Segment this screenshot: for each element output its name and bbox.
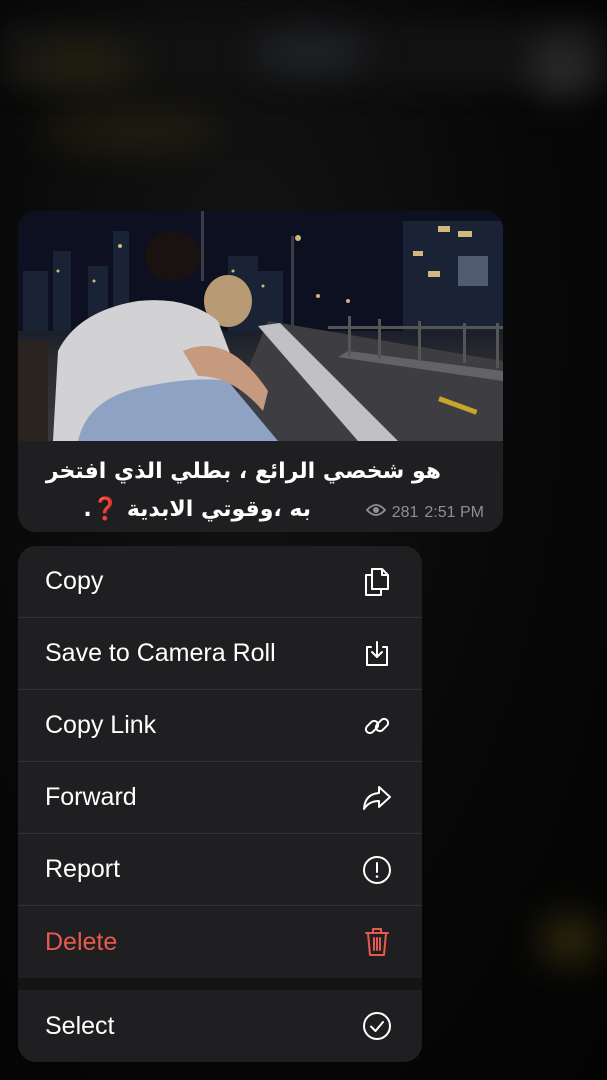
menu-group-separator (18, 978, 422, 990)
menu-item-label: Report (45, 855, 121, 883)
blurred-background-spot (540, 915, 600, 965)
menu-item-copy-link[interactable]: Copy Link (18, 690, 422, 762)
menu-item-select[interactable]: Select (18, 990, 422, 1062)
night-street-photo (18, 211, 503, 441)
menu-item-save-to-camera-roll[interactable]: Save to Camera Roll (18, 618, 422, 690)
menu-item-label: Copy (45, 567, 104, 595)
menu-item-copy[interactable]: Copy (18, 546, 422, 618)
copy-icon (360, 565, 394, 599)
menu-item-label: Select (45, 1011, 115, 1040)
save-download-icon (360, 637, 394, 671)
blurred-background-spot (530, 35, 595, 100)
exclamation-circle-icon (360, 853, 394, 887)
menu-item-label: Save to Camera Roll (45, 639, 276, 667)
menu-item-label: Forward (45, 783, 137, 811)
menu-item-label: Delete (45, 927, 118, 956)
menu-item-label: Copy Link (45, 711, 157, 739)
trash-icon (360, 925, 394, 959)
message-time: 2:51 PM (424, 503, 484, 521)
photo-message-bubble[interactable]: هو شخصي الرائع ، بطلي الذي افتخر به ،وقو… (18, 211, 503, 532)
eye-icon (365, 503, 386, 522)
context-menu: Copy Save to Camera Roll Copy Link Forwa… (18, 546, 422, 1062)
caption-line-1: هو شخصي الرائع ، بطلي الذي افتخر (45, 459, 441, 484)
checkmark-circle-icon (360, 1009, 394, 1043)
view-count: 281 (391, 503, 419, 521)
forward-arrow-icon (360, 781, 394, 815)
message-meta: 281 2:51 PM (365, 503, 484, 522)
context-menu-screen: هو شخصي الرائع ، بطلي الذي افتخر به ،وقو… (0, 0, 607, 1080)
message-photo[interactable] (18, 211, 503, 441)
link-icon (360, 709, 394, 743)
blurred-background-spot (20, 45, 140, 85)
blurred-background-spot (40, 110, 220, 150)
menu-item-delete[interactable]: Delete (18, 906, 422, 978)
blurred-background-spot (250, 35, 370, 70)
menu-item-forward[interactable]: Forward (18, 762, 422, 834)
menu-item-report[interactable]: Report (18, 834, 422, 906)
